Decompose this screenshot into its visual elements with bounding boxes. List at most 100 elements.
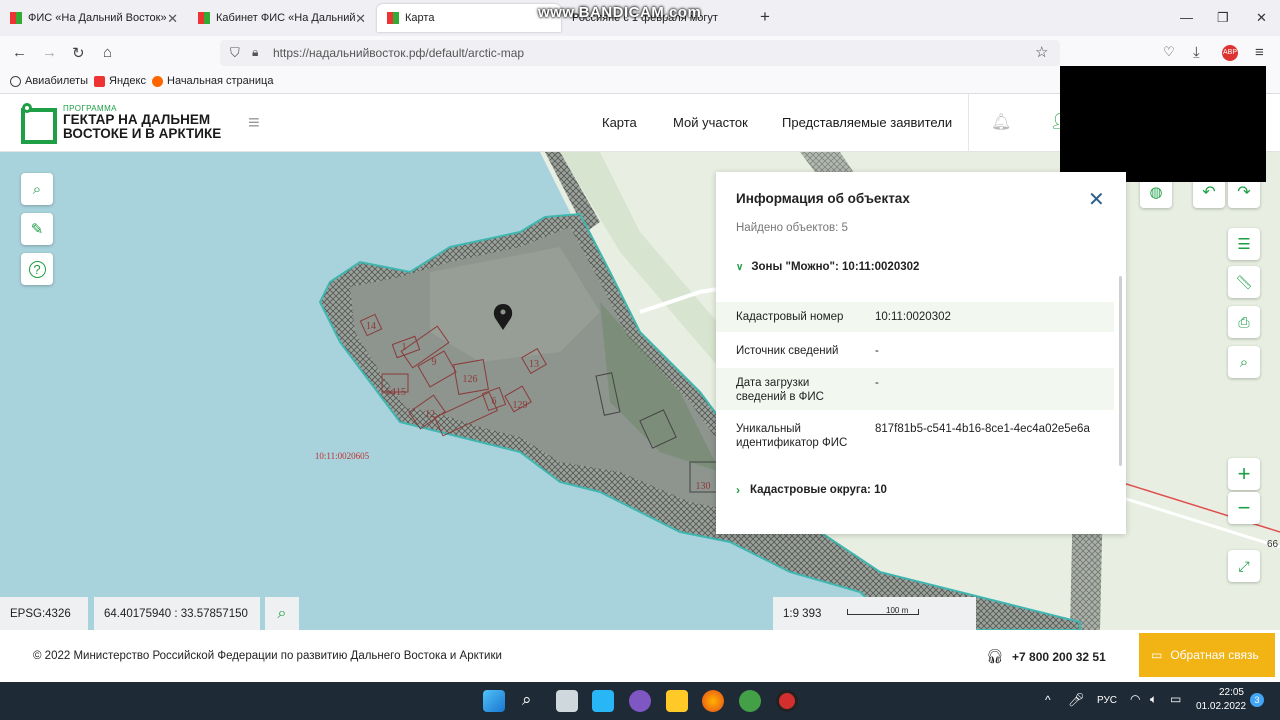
parcel-label: 6415 [386, 387, 406, 398]
parcel-label: 126 [463, 374, 478, 385]
site-logo[interactable]: ПРОГРАММА ГЕКТАР НА ДАЛЬНЕМ ВОСТОКЕ И В … [20, 102, 221, 149]
recording-watermark: www.BANDICAM.com [538, 4, 702, 21]
ruler-icon: 📏︎ [1235, 273, 1253, 290]
parcel-label: 13 [529, 359, 539, 370]
zoom-out-button[interactable]: − [1228, 492, 1260, 524]
maximize-icon[interactable]: ❐ [1217, 10, 1229, 26]
utorrent-icon[interactable] [739, 690, 761, 712]
home-icon[interactable]: ⌂ [103, 44, 112, 61]
bookmark-yandex[interactable]: Яндекс [94, 75, 146, 87]
clock-time[interactable]: 22:05 [1196, 687, 1244, 698]
chat-icon: ▭ [1151, 648, 1163, 662]
address-bar[interactable]: ⛉ 🔒︎ https://надальнийвосток.рф/default/… [220, 40, 1060, 66]
wifi-icon[interactable]: ◠ [1130, 692, 1140, 706]
globe-icon: ◍ [1149, 184, 1163, 201]
info-row-value: 10:11:0020302 [875, 311, 951, 323]
firefox-icon[interactable] [702, 690, 724, 712]
browser-tab-bar: ФИС «На Дальний Восток» ✕ Кабинет ФИС «Н… [0, 0, 1280, 36]
notification-badge[interactable]: 3 [1250, 693, 1264, 707]
info-row-value: - [875, 345, 879, 357]
input-language[interactable]: РУС [1097, 695, 1117, 706]
chevron-down-icon: ∨ [736, 261, 744, 273]
hamburger-menu-icon[interactable]: ≡ [248, 112, 260, 135]
print-button[interactable]: ⎙ [1228, 306, 1260, 338]
ruler-button[interactable]: 📏︎ [1228, 266, 1260, 298]
download-icon[interactable]: ⤓ [1193, 44, 1200, 61]
parcel-label: 1 [402, 342, 407, 353]
new-tab-icon[interactable]: + [760, 7, 770, 27]
volume-icon[interactable]: 🔈︎ [1150, 692, 1157, 707]
object-info-panel: Информация об объектах ✕ Найдено объекто… [716, 172, 1126, 534]
close-window-icon[interactable]: ✕ [1256, 10, 1267, 26]
locate-button[interactable]: ⌕ [1228, 346, 1260, 378]
fis-favicon-icon [198, 12, 210, 24]
bookmark-label: Авиабилеты [25, 75, 89, 87]
clock-date[interactable]: 01.02.2022 [1196, 701, 1246, 712]
bookmark-flights[interactable]: Авиабилеты [10, 75, 88, 87]
pocket-icon[interactable]: ♡ [1163, 44, 1175, 60]
forward-icon[interactable]: → [42, 44, 57, 61]
microphone-icon[interactable]: 🎤︎ [1068, 692, 1085, 708]
close-tab-icon[interactable]: ✕ [167, 11, 178, 27]
bandicam-icon[interactable] [776, 690, 798, 712]
support-phone[interactable]: +7 800 200 32 51 [1012, 650, 1106, 664]
scale-value: 1:9 393 [783, 607, 822, 620]
close-panel-icon[interactable]: ✕ [1088, 187, 1105, 212]
section-districts-header[interactable]: › Кадастровые округа: 10 [736, 483, 887, 497]
logo-title-line2: ВОСТОКЕ И В АРКТИКЕ [63, 126, 222, 141]
close-tab-icon[interactable]: ✕ [355, 11, 366, 27]
section-zones-header[interactable]: ∨ Зоны "Можно": 10:11:0020302 [736, 261, 919, 273]
file-explorer-icon[interactable] [666, 690, 688, 712]
search-icon[interactable]: ⌕ [522, 690, 532, 710]
nav-my-plot[interactable]: Мой участок [673, 115, 748, 130]
parcel-label: 6 [492, 396, 497, 407]
yandex-icon [94, 75, 105, 87]
search-map-button[interactable]: ⌕ [21, 173, 53, 205]
zoom-in-button[interactable]: + [1228, 458, 1260, 490]
nav-map[interactable]: Карта [602, 115, 637, 130]
logo-pin-icon [21, 103, 57, 144]
headset-icon: 🎧︎ [986, 648, 1004, 664]
coordinate-search-button[interactable]: ⌕ [265, 597, 299, 630]
adblock-icon[interactable]: ABP [1222, 45, 1238, 61]
widgets-icon[interactable] [592, 690, 614, 712]
minimize-icon[interactable]: — [1180, 10, 1193, 25]
nav-applicants[interactable]: Представляемые заявители [782, 115, 952, 130]
firefox-icon [152, 75, 163, 87]
task-view-icon[interactable] [556, 690, 578, 712]
tab-fis[interactable]: ФИС «На Дальний Восток» ✕ [0, 4, 186, 32]
help-button[interactable]: ? [21, 253, 53, 285]
info-row: Дата загрузки сведений в ФИС - [716, 368, 1114, 410]
expand-icon: ⤢ [1238, 557, 1250, 574]
reload-icon[interactable]: ↻ [72, 44, 85, 62]
battery-icon[interactable]: ▭ [1170, 692, 1181, 706]
shield-icon[interactable]: ⛉ [230, 45, 240, 61]
redaction-box [1060, 66, 1266, 182]
tab-map[interactable]: Карта [377, 4, 561, 32]
tab-cabinet[interactable]: Кабинет ФИС «На Дальний Во ✕ [188, 4, 374, 32]
fullscreen-button[interactable]: ⤢ [1228, 550, 1260, 582]
back-icon[interactable]: ← [12, 44, 27, 61]
draw-tool-button[interactable]: ✎ [21, 213, 53, 245]
panel-scrollbar[interactable] [1119, 276, 1122, 466]
lock-icon[interactable]: 🔒︎ [252, 45, 258, 60]
feedback-button[interactable]: ▭ Обратная связь [1139, 633, 1275, 677]
menu-icon[interactable]: ≡ [1255, 44, 1264, 61]
parcel-label: 12 [425, 409, 435, 420]
redo-arrow-icon: ↷ [1237, 184, 1251, 201]
notification-bell-icon[interactable]: 🔔︎ [991, 112, 1011, 132]
objects-found-count: Найдено объектов: 5 [736, 222, 848, 234]
windows-start-icon[interactable] [483, 690, 505, 712]
chevron-right-icon: › [736, 483, 740, 497]
bookmark-start[interactable]: Начальная страница [152, 75, 273, 87]
globe-icon [10, 75, 21, 87]
bookmark-label: Начальная страница [167, 75, 274, 87]
chevron-up-icon[interactable]: ^ [1045, 693, 1051, 707]
panel-title: Информация об объектах [736, 191, 910, 206]
bookmark-star-icon[interactable]: ☆ [1035, 43, 1048, 61]
parcel-label: 14 [366, 321, 376, 332]
info-row-value: - [875, 377, 879, 389]
layers-button[interactable]: ☰ [1228, 228, 1260, 260]
chat-app-icon[interactable] [629, 690, 651, 712]
fis-favicon-icon [10, 12, 22, 24]
